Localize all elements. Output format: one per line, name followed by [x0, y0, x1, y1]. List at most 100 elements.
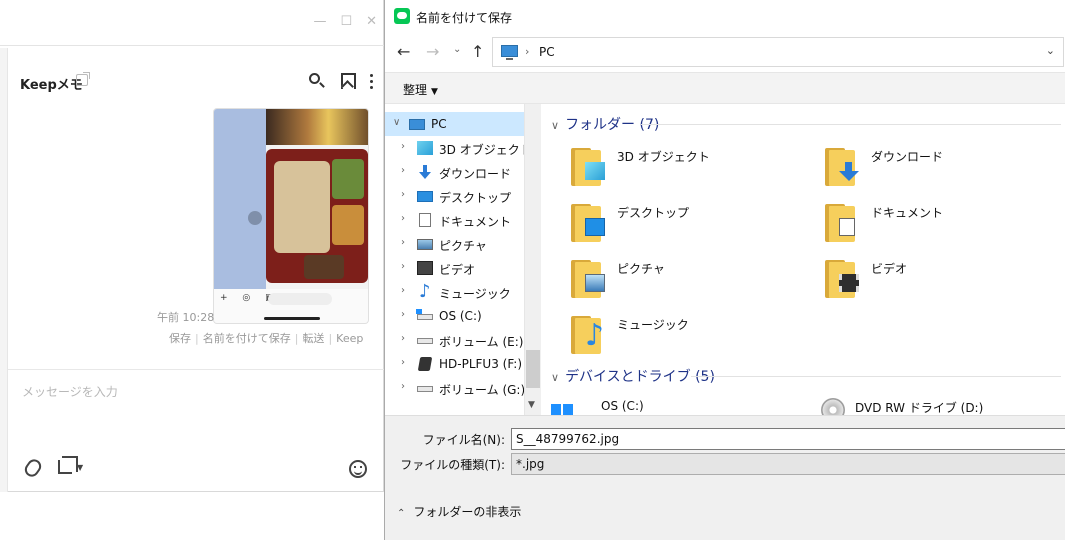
tree-item-volume-g[interactable]: › ボリューム (G:) — [385, 376, 525, 400]
search-icon[interactable] — [308, 72, 326, 90]
chat-title: Keepメモ — [20, 78, 83, 93]
chevron-down-icon: ▼ — [431, 87, 438, 97]
tree-item-pc[interactable]: ∨ PC — [385, 112, 524, 136]
expand-chevron-icon[interactable]: › — [401, 309, 405, 320]
tree-item-label: ビデオ — [439, 263, 476, 277]
message-actions: 保存 | 名前を付けて保存 | 転送 | Keep — [169, 332, 364, 345]
folder-downloads[interactable]: ダウンロード — [825, 146, 1025, 192]
expand-chevron-icon[interactable]: › — [401, 381, 405, 392]
tree-item-downloads[interactable]: › ダウンロード — [385, 160, 524, 184]
message-input[interactable]: メッセージを入力 — [22, 383, 118, 400]
tree-item-volume-e[interactable]: › ボリューム (E:) — [385, 328, 524, 352]
tree-item-os-c[interactable]: › OS (C:) — [385, 304, 524, 328]
filetype-select[interactable]: *.jpg — [511, 453, 1065, 475]
organize-button[interactable]: 整理 ▼ — [403, 81, 438, 98]
chevron-right-icon[interactable]: › — [525, 45, 529, 58]
forward-link[interactable]: 転送 — [302, 332, 324, 345]
drive-dvd-d[interactable]: DVD RW ドライブ (D:) — [821, 398, 1051, 415]
scrollbar-thumb[interactable] — [526, 350, 540, 388]
tree-item-hd-plfu3-f[interactable]: › HD-PLFU3 (F:) — [385, 352, 524, 376]
divider — [691, 376, 1061, 377]
expand-chevron-icon[interactable]: › — [401, 237, 405, 248]
crop-icon[interactable] — [58, 456, 78, 474]
scroll-down-icon[interactable]: ▼ — [528, 400, 535, 410]
folder-label: ビデオ — [871, 262, 908, 276]
tree-item-desktop[interactable]: › デスクトップ — [385, 184, 524, 208]
forward-arrow-icon[interactable]: → — [426, 42, 439, 61]
save-link[interactable]: 保存 — [169, 332, 191, 345]
chevron-down-icon[interactable]: ⌄ — [1046, 44, 1055, 57]
up-arrow-icon[interactable]: ↑ — [471, 42, 484, 61]
external-link-icon[interactable] — [76, 72, 90, 86]
tree-item-music[interactable]: › ミュージック — [385, 280, 524, 304]
share-icon — [248, 211, 262, 225]
image-message[interactable]: + ◎ ▣ — [213, 108, 369, 324]
hdd-icon — [417, 357, 433, 371]
expand-chevron-icon[interactable]: › — [401, 333, 405, 344]
more-icon[interactable] — [366, 72, 384, 90]
expand-chevron-icon[interactable]: ∨ — [393, 117, 400, 128]
tree-item-label: ボリューム (G:) — [439, 383, 525, 397]
close-button[interactable]: ✕ — [366, 14, 377, 29]
tree-item-3d-objects[interactable]: › 3D オブジェクト — [385, 136, 525, 160]
image-bento-top — [266, 109, 368, 145]
collapse-chevron-icon[interactable]: ∨ — [551, 371, 559, 384]
expand-chevron-icon[interactable]: › — [401, 261, 405, 272]
hide-folders-label: フォルダーの非表示 — [413, 505, 522, 519]
hide-folders-button[interactable]: ⌃ フォルダーの非表示 — [397, 503, 521, 520]
expand-chevron-icon[interactable]: › — [401, 141, 405, 152]
recent-locations-icon[interactable]: ⌄ — [453, 44, 461, 55]
folder-3d-objects[interactable]: 3D オブジェクト — [571, 146, 771, 192]
save-as-link[interactable]: 名前を付けて保存 — [203, 332, 291, 345]
folder-videos[interactable]: ビデオ — [825, 258, 1025, 304]
bookmark-icon[interactable] — [338, 72, 356, 90]
folder-label: ダウンロード — [871, 150, 944, 164]
navigation-bar: ← → ⌄ ↑ › PC ⌄ — [385, 32, 1065, 72]
folder-label: ミュージック — [617, 318, 689, 332]
tree-item-label: ダウンロード — [439, 167, 512, 181]
filename-field[interactable] — [511, 428, 1065, 450]
folder-label: ドキュメント — [871, 206, 944, 220]
tree-item-pictures[interactable]: › ピクチャ — [385, 232, 524, 256]
save-panel: ファイル名(N): ファイルの種類(T): *.jpg ⌃ フォルダーの非表示 — [385, 415, 1065, 540]
drive-icon — [417, 386, 433, 392]
tree-item-videos[interactable]: › ビデオ — [385, 256, 524, 280]
expand-chevron-icon[interactable]: › — [401, 189, 405, 200]
windows-drive-icon — [551, 404, 573, 415]
minimize-button[interactable]: — — [313, 14, 326, 29]
os-drive-icon — [416, 309, 433, 320]
maximize-button[interactable]: ☐ — [340, 14, 352, 29]
attach-icon[interactable] — [22, 456, 44, 480]
collapse-chevron-icon[interactable]: ∨ — [551, 119, 559, 132]
image-side-dish — [332, 159, 364, 199]
address-bar[interactable]: › PC ⌄ — [492, 37, 1064, 67]
emoji-icon[interactable] — [349, 460, 367, 478]
tree-item-documents[interactable]: › ドキュメント — [385, 208, 524, 232]
navigation-scrollbar[interactable]: ▼ — [525, 104, 541, 415]
download-icon — [417, 165, 433, 179]
dialog-titlebar: 名前を付けて保存 — [385, 0, 1065, 32]
folder-music[interactable]: ミュージック — [571, 314, 771, 360]
chevron-down-icon[interactable]: ▼ — [77, 463, 83, 472]
tree-item-label: 3D オブジェクト — [439, 143, 525, 157]
keep-link[interactable]: Keep — [336, 332, 363, 345]
dvd-drive-icon — [821, 398, 845, 415]
downloads-folder-icon — [825, 146, 861, 186]
expand-chevron-icon[interactable]: › — [401, 213, 405, 224]
pc-icon — [409, 119, 425, 130]
folder-desktop[interactable]: デスクトップ — [571, 202, 771, 248]
expand-chevron-icon[interactable]: › — [401, 165, 405, 176]
expand-chevron-icon[interactable]: › — [401, 357, 405, 368]
folder-pictures[interactable]: ピクチャ — [571, 258, 771, 304]
image-side-dish — [304, 255, 344, 279]
line-logo-icon — [394, 8, 410, 24]
expand-chevron-icon[interactable]: › — [401, 285, 405, 296]
command-bar: 整理 ▼ — [385, 72, 1065, 104]
document-icon — [419, 213, 431, 227]
desktop-icon — [417, 191, 433, 202]
drive-os-c[interactable]: OS (C:) — [551, 399, 801, 415]
address-path[interactable]: PC — [539, 45, 555, 59]
back-arrow-icon[interactable]: ← — [397, 42, 410, 61]
folder-documents[interactable]: ドキュメント — [825, 202, 1025, 248]
divider — [641, 124, 1061, 125]
